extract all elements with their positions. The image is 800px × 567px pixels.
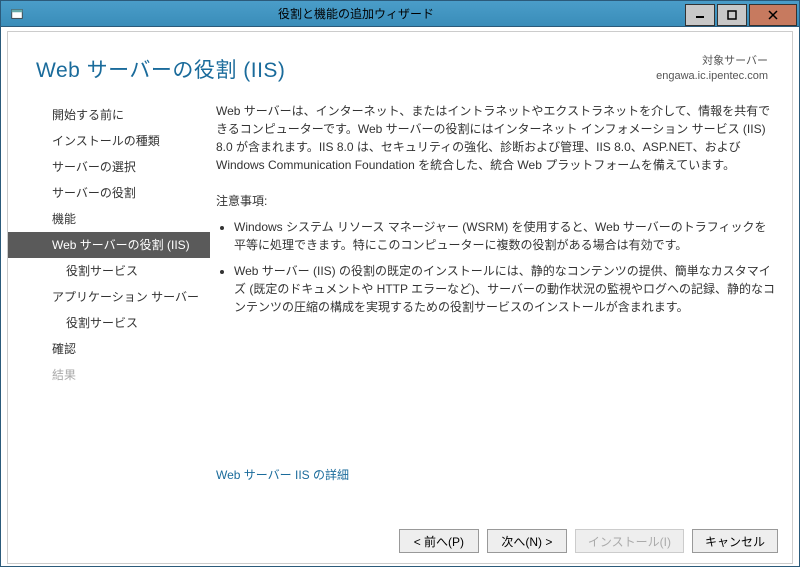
titlebar: 役割と機能の追加ウィザード — [1, 1, 799, 27]
header-row: Web サーバーの役割 (IIS) 対象サーバー engawa.ic.ipent… — [8, 32, 792, 90]
content-area: Web サーバーの役割 (IIS) 対象サーバー engawa.ic.ipent… — [1, 27, 799, 566]
note-item: Windows システム リソース マネージャー (WSRM) を使用すると、W… — [234, 218, 776, 254]
nav-before-begin[interactable]: 開始する前に — [8, 102, 210, 128]
wizard-window: 役割と機能の追加ウィザード Web サーバーの役割 (IIS) 対象サーバー e… — [0, 0, 800, 567]
window-controls — [685, 2, 799, 26]
nav-role-services-1[interactable]: 役割サービス — [8, 258, 210, 284]
maximize-button[interactable] — [717, 4, 747, 26]
cancel-button[interactable]: キャンセル — [692, 529, 778, 553]
nav-app-server[interactable]: アプリケーション サーバー — [8, 284, 210, 310]
app-icon — [7, 4, 27, 24]
window-title: 役割と機能の追加ウィザード — [27, 5, 685, 22]
nav-install-type[interactable]: インストールの種類 — [8, 128, 210, 154]
page-title: Web サーバーの役割 (IIS) — [36, 54, 656, 84]
nav-features[interactable]: 機能 — [8, 206, 210, 232]
sidebar: 開始する前に インストールの種類 サーバーの選択 サーバーの役割 機能 Web … — [8, 98, 210, 521]
main-content: Web サーバーは、インターネット、またはイントラネットやエクストラネットを介し… — [210, 98, 782, 521]
note-item: Web サーバー (IIS) の役割の既定のインストールには、静的なコンテンツの… — [234, 262, 776, 316]
close-button[interactable] — [749, 4, 797, 26]
more-info-link[interactable]: Web サーバー IIS の詳細 — [216, 466, 776, 484]
install-button: インストール(I) — [575, 529, 684, 553]
nav-server-roles[interactable]: サーバーの役割 — [8, 180, 210, 206]
description-text: Web サーバーは、インターネット、またはイントラネットやエクストラネットを介し… — [216, 102, 776, 174]
footer-buttons: < 前へ(P) 次へ(N) > インストール(I) キャンセル — [8, 521, 792, 563]
notes-list: Windows システム リソース マネージャー (WSRM) を使用すると、W… — [216, 218, 776, 316]
server-name: engawa.ic.ipentec.com — [656, 69, 768, 84]
inner-panel: Web サーバーの役割 (IIS) 対象サーバー engawa.ic.ipent… — [7, 31, 793, 564]
prev-button[interactable]: < 前へ(P) — [399, 529, 479, 553]
nav-confirm[interactable]: 確認 — [8, 336, 210, 362]
nav-results: 結果 — [8, 362, 210, 388]
next-button[interactable]: 次へ(N) > — [487, 529, 567, 553]
body-row: 開始する前に インストールの種類 サーバーの選択 サーバーの役割 機能 Web … — [8, 90, 792, 521]
notes-header: 注意事項: — [216, 192, 776, 210]
server-info: 対象サーバー engawa.ic.ipentec.com — [656, 54, 768, 84]
minimize-button[interactable] — [685, 4, 715, 26]
nav-web-server-role[interactable]: Web サーバーの役割 (IIS) — [8, 232, 210, 258]
nav-role-services-2[interactable]: 役割サービス — [8, 310, 210, 336]
server-label: 対象サーバー — [656, 54, 768, 69]
nav-server-selection[interactable]: サーバーの選択 — [8, 154, 210, 180]
